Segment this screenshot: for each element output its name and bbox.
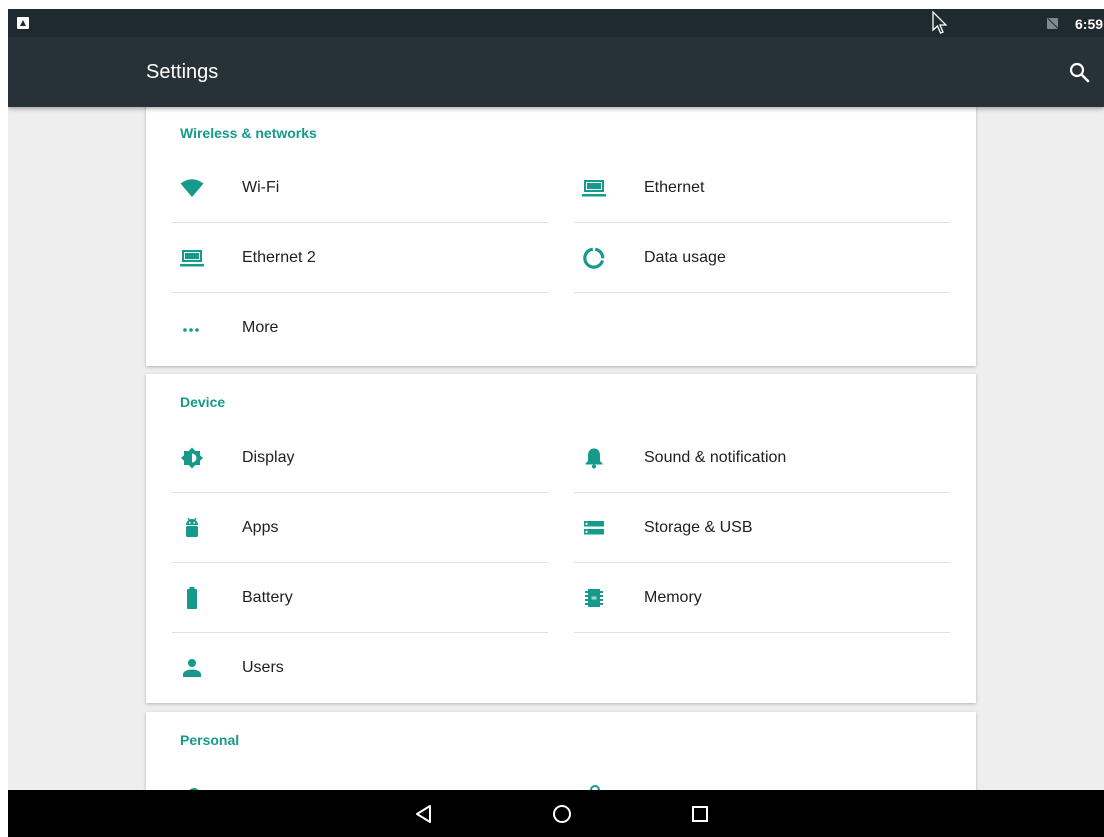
setting-label: Battery: [242, 589, 293, 606]
setting-label: Ethernet 2: [242, 249, 316, 266]
android-notification-icon: [17, 17, 29, 29]
app-bar: Settings: [8, 37, 1104, 107]
setting-label: Display: [242, 449, 295, 466]
more-icon: [183, 328, 199, 332]
android-screen: 6:59 Settings Wireless & networks Wi-Fi …: [8, 9, 1104, 837]
search-icon[interactable]: [1067, 60, 1091, 84]
setting-label: Sound & notification: [644, 449, 787, 466]
device-card: Device Display Sound & notification Apps…: [146, 374, 976, 703]
bell-icon: [585, 448, 603, 469]
setting-users[interactable]: Users: [172, 634, 548, 703]
setting-label: Ethernet: [644, 179, 705, 196]
setting-memory[interactable]: Memory: [574, 564, 950, 633]
setting-label: Memory: [644, 589, 702, 606]
no-sim-icon: [1047, 18, 1058, 29]
section-header-wireless: Wireless & networks: [180, 125, 317, 141]
android-icon: [186, 517, 198, 537]
storage-icon: [584, 521, 604, 535]
setting-battery[interactable]: Battery: [172, 564, 548, 633]
back-icon[interactable]: [412, 802, 436, 826]
page-title: Settings: [146, 61, 219, 83]
setting-more[interactable]: More: [172, 294, 548, 363]
setting-display[interactable]: Display: [172, 424, 548, 493]
setting-label: Users: [242, 659, 284, 676]
battery-icon: [187, 587, 197, 609]
person-icon: [183, 659, 201, 677]
status-bar: 6:59: [8, 9, 1104, 37]
setting-label: More: [242, 319, 279, 336]
mouse-cursor-icon: [932, 11, 947, 34]
setting-label: Data usage: [644, 249, 726, 266]
recents-icon[interactable]: [688, 802, 712, 826]
navigation-bar: [8, 790, 1104, 837]
status-clock: 6:59: [1075, 16, 1104, 32]
setting-label: Storage & USB: [644, 519, 753, 536]
setting-label: Wi-Fi: [242, 179, 280, 196]
display-brightness-icon: [181, 447, 203, 469]
section-header-personal: Personal: [180, 732, 240, 748]
wifi-icon: [180, 179, 204, 197]
setting-wifi[interactable]: Wi-Fi: [172, 154, 548, 223]
setting-ethernet-2[interactable]: Ethernet 2: [172, 224, 548, 293]
memory-chip-icon: [585, 589, 603, 607]
setting-sound-notification[interactable]: Sound & notification: [574, 424, 950, 493]
data-usage-icon: [583, 247, 605, 269]
setting-ethernet[interactable]: Ethernet: [574, 154, 950, 223]
setting-storage-usb[interactable]: Storage & USB: [574, 494, 950, 563]
setting-data-usage[interactable]: Data usage: [574, 224, 950, 293]
ethernet-icon: [180, 250, 204, 267]
wireless-networks-card: Wireless & networks Wi-Fi Ethernet Ether…: [146, 104, 976, 366]
setting-apps[interactable]: Apps: [172, 494, 548, 563]
setting-label: Apps: [242, 519, 279, 536]
ethernet-icon: [582, 180, 606, 197]
home-icon[interactable]: [550, 802, 574, 826]
section-header-device: Device: [180, 394, 226, 410]
